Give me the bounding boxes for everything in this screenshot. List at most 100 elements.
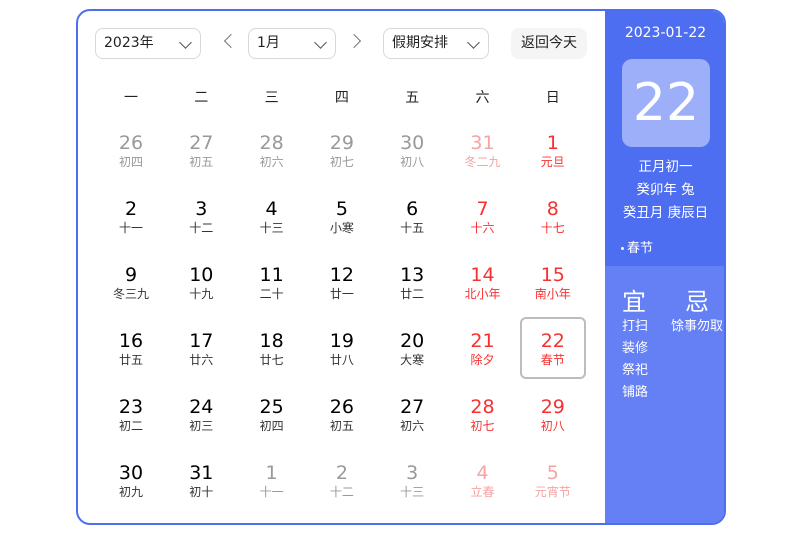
- day-cell[interactable]: 1 元旦: [520, 119, 586, 181]
- yi-item: 装修: [622, 341, 649, 356]
- day-number: 20: [400, 330, 425, 352]
- day-cell[interactable]: 27 初五: [168, 119, 234, 181]
- day-detail-panel: 2023-01-22 22 正月初一 癸卯年 兔 癸丑月 庚辰日 春节 宜 忌 …: [605, 11, 724, 523]
- day-number: 11: [259, 264, 284, 286]
- day-cell[interactable]: 27 初六: [379, 383, 445, 445]
- ji-item: 馀事勿取: [671, 319, 724, 334]
- lunar-label: 初五: [329, 419, 354, 433]
- lunar-label: 初二: [118, 419, 143, 433]
- calendar-widget: 2023年 1月 假期安排 返回今天 一二三四五六日 26 初四 27 初五 28 初六 2…: [76, 9, 726, 525]
- lunar-label: 十五: [400, 221, 425, 235]
- day-cell[interactable]: 23 初二: [98, 383, 164, 445]
- day-cell[interactable]: 18 廿七: [239, 317, 305, 379]
- day-cell[interactable]: 31 初十: [168, 449, 234, 511]
- day-cell[interactable]: 2 十一: [98, 185, 164, 247]
- back-to-today-button[interactable]: 返回今天: [511, 28, 587, 59]
- lunar-label: 元旦: [540, 155, 565, 169]
- lunar-label: 十七: [540, 221, 565, 235]
- day-cell[interactable]: 5 小寒: [309, 185, 375, 247]
- day-cell[interactable]: 15 南小年: [520, 251, 586, 313]
- day-cell[interactable]: 31 冬二九: [450, 119, 516, 181]
- day-cell[interactable]: 7 十六: [450, 185, 516, 247]
- day-cell[interactable]: 12 廿一: [309, 251, 375, 313]
- month-select[interactable]: 1月: [248, 28, 336, 59]
- day-number: 31: [470, 132, 495, 154]
- day-cell[interactable]: 1 十一: [239, 449, 305, 511]
- day-number: 19: [329, 330, 354, 352]
- ji-title: 忌: [685, 288, 709, 316]
- lunar-label: 冬二九: [464, 155, 501, 169]
- lunar-label: 南小年: [534, 287, 571, 301]
- day-number: 12: [329, 264, 354, 286]
- day-cell[interactable]: 13 廿二: [379, 251, 445, 313]
- day-cell[interactable]: 10 十九: [168, 251, 234, 313]
- day-cell[interactable]: 21 除夕: [450, 317, 516, 379]
- lunar-label: 廿七: [259, 353, 284, 367]
- lunar-label: 十一: [259, 485, 284, 499]
- day-number: 3: [406, 462, 419, 484]
- day-cell[interactable]: 24 初三: [168, 383, 234, 445]
- day-cell[interactable]: 26 初五: [309, 383, 375, 445]
- lunar-label: 初四: [259, 419, 284, 433]
- day-cell[interactable]: 3 十二: [168, 185, 234, 247]
- day-cell[interactable]: 4 十三: [239, 185, 305, 247]
- day-number: 2: [335, 462, 348, 484]
- weekday-label: 五: [405, 90, 420, 106]
- day-cell[interactable]: 5 元宵节: [520, 449, 586, 511]
- weekday-label: 四: [334, 90, 349, 106]
- yi-ji-section: 宜 忌 打扫 装修 祭祀 铺路 馀事勿取: [605, 266, 724, 523]
- day-number: 6: [406, 198, 419, 220]
- day-number: 24: [189, 396, 214, 418]
- day-cell[interactable]: 22 春节: [519, 317, 586, 379]
- day-cell[interactable]: 30 初九: [98, 449, 164, 511]
- day-number: 8: [546, 198, 559, 220]
- day-number: 17: [189, 330, 214, 352]
- next-month-arrow-icon[interactable]: [346, 33, 362, 49]
- day-cell[interactable]: 8 十七: [520, 185, 586, 247]
- day-cell[interactable]: 29 初八: [520, 383, 586, 445]
- day-cell[interactable]: 14 北小年: [450, 251, 516, 313]
- day-cell[interactable]: 26 初四: [98, 119, 164, 181]
- day-number: 30: [400, 132, 425, 154]
- day-cell[interactable]: 11 二十: [239, 251, 305, 313]
- day-cell[interactable]: 25 初四: [239, 383, 305, 445]
- day-number: 4: [265, 198, 278, 220]
- lunar-label: 北小年: [464, 287, 501, 301]
- day-number: 23: [118, 396, 144, 418]
- day-cell[interactable]: 9 冬三九: [98, 251, 164, 313]
- year-select[interactable]: 2023年: [95, 28, 201, 59]
- day-cell[interactable]: 16 廿五: [98, 317, 164, 379]
- day-cell[interactable]: 6 十五: [379, 185, 445, 247]
- day-number: 26: [329, 396, 354, 418]
- day-cell[interactable]: 28 初七: [450, 383, 516, 445]
- day-number: 4: [476, 462, 489, 484]
- day-number: 29: [540, 396, 565, 418]
- day-number: 7: [476, 198, 489, 220]
- day-number: 22: [540, 330, 565, 352]
- bullet-icon: [621, 247, 624, 250]
- day-cell[interactable]: 28 初六: [239, 119, 305, 181]
- lunar-label: 立春: [470, 485, 495, 499]
- day-cell[interactable]: 30 初八: [379, 119, 445, 181]
- day-number: 16: [118, 330, 144, 352]
- day-number: 1: [546, 132, 559, 154]
- yi-item: 打扫: [622, 319, 649, 334]
- prev-month-arrow-icon[interactable]: [223, 33, 239, 49]
- day-cell[interactable]: 20 大寒: [379, 317, 445, 379]
- lunar-label: 元宵节: [534, 485, 571, 499]
- lunar-label: 初三: [189, 419, 214, 433]
- day-number: 5: [546, 462, 559, 484]
- lunar-label: 廿六: [189, 353, 214, 367]
- lunar-label: 初五: [189, 155, 214, 169]
- day-cell[interactable]: 4 立春: [450, 449, 516, 511]
- lunar-label: 初六: [400, 419, 425, 433]
- day-cell[interactable]: 19 廿八: [309, 317, 375, 379]
- holiday-select[interactable]: 假期安排: [383, 28, 489, 59]
- day-cell[interactable]: 17 廿六: [168, 317, 234, 379]
- lunar-label: 初四: [118, 155, 143, 169]
- lunar-label: 冬三九: [112, 287, 149, 301]
- day-cell[interactable]: 3 十三: [379, 449, 445, 511]
- day-cell[interactable]: 29 初七: [309, 119, 375, 181]
- day-cell[interactable]: 2 十二: [309, 449, 375, 511]
- day-number: 28: [259, 132, 284, 154]
